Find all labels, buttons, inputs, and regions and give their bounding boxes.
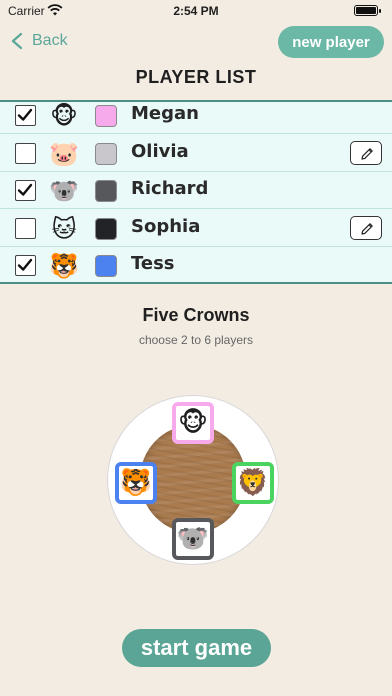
player-color-swatch bbox=[95, 142, 117, 165]
player-checkbox[interactable] bbox=[15, 217, 36, 239]
game-subtitle: choose 2 to 6 players bbox=[138, 333, 254, 347]
pencil-icon bbox=[361, 222, 373, 235]
checkmark-icon bbox=[17, 183, 33, 196]
player-avatar-icon: 🐷 bbox=[49, 139, 79, 168]
player-checkbox[interactable] bbox=[15, 142, 36, 164]
clock: 2:54 PM bbox=[173, 4, 219, 18]
player-checkbox[interactable] bbox=[15, 105, 36, 126]
seating-table: 🐵 🦁 🐨 🐯 bbox=[107, 395, 279, 565]
player-avatar-icon: 🐯 bbox=[49, 252, 79, 280]
seat-top-icon[interactable]: 🐵 bbox=[172, 402, 214, 444]
seat-right-icon[interactable]: 🦁 bbox=[232, 462, 274, 504]
seat-bottom-icon[interactable]: 🐨 bbox=[172, 518, 214, 560]
player-row[interactable]: 🐯 Tess bbox=[0, 247, 392, 282]
pencil-icon bbox=[361, 147, 373, 160]
seat-left-icon[interactable]: 🐯 bbox=[115, 462, 157, 504]
player-name: Sophia bbox=[131, 215, 201, 237]
player-row[interactable]: 🐷 Olivia bbox=[0, 135, 392, 172]
player-checkbox[interactable] bbox=[15, 180, 36, 201]
checkmark-icon bbox=[17, 258, 33, 271]
player-name: Megan bbox=[131, 103, 199, 124]
edit-player-button[interactable] bbox=[350, 215, 382, 240]
player-row[interactable]: 🐱 Sophia bbox=[0, 210, 392, 247]
player-name: Tess bbox=[131, 253, 175, 274]
player-avatar-icon: 🐨 bbox=[49, 177, 79, 205]
player-color-swatch bbox=[95, 180, 117, 202]
edit-player-button[interactable] bbox=[350, 140, 382, 165]
player-color-swatch bbox=[95, 217, 117, 240]
back-label: Back bbox=[32, 32, 68, 49]
battery-icon bbox=[354, 5, 381, 16]
page-title: PLAYER LIST bbox=[135, 67, 257, 87]
player-name: Olivia bbox=[131, 140, 189, 162]
player-name: Richard bbox=[131, 178, 209, 199]
player-avatar-icon: 🐵 bbox=[50, 102, 78, 130]
status-bar: Carrier 2:54 PM bbox=[0, 0, 392, 22]
player-color-swatch bbox=[95, 105, 117, 127]
player-checkbox[interactable] bbox=[15, 255, 36, 276]
back-button[interactable]: Back bbox=[10, 28, 68, 54]
game-title: Five Crowns bbox=[142, 305, 250, 325]
start-game-button[interactable]: start game bbox=[122, 629, 271, 667]
player-list[interactable]: 🐵 Megan 🐷 Olivia 🐨 Richard 🐱 Sophia 🐯 Tess bbox=[0, 100, 392, 284]
player-row[interactable]: 🐨 Richard bbox=[0, 172, 392, 209]
player-color-swatch bbox=[95, 255, 117, 277]
player-avatar-icon: 🐱 bbox=[51, 214, 77, 243]
chevron-left-icon bbox=[11, 32, 23, 50]
new-player-button[interactable]: new player bbox=[278, 26, 384, 58]
player-row[interactable]: 🐵 Megan bbox=[0, 102, 392, 134]
checkmark-icon bbox=[17, 108, 33, 121]
